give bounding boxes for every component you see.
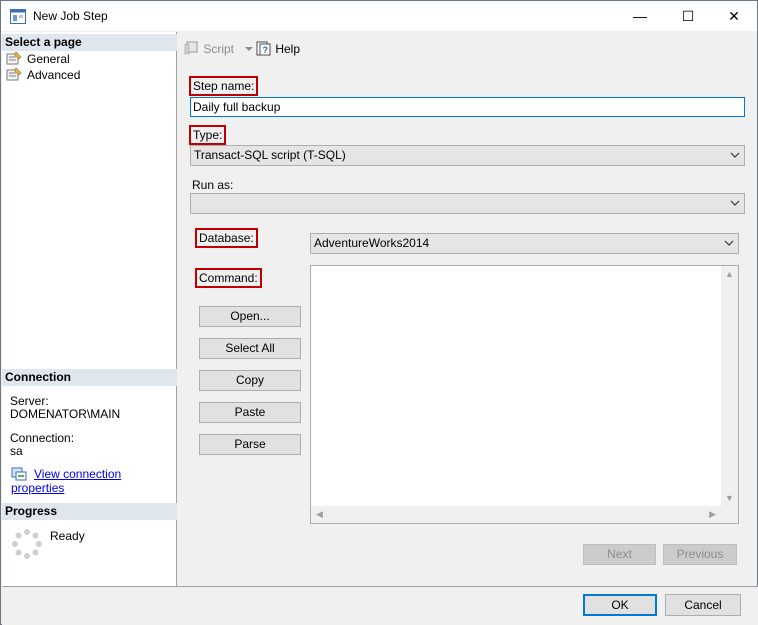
- view-connection-properties-link[interactable]: View connection properties: [11, 467, 176, 495]
- scrollbar-corner: [721, 506, 738, 523]
- toolbar: Script ? Help: [178, 32, 757, 64]
- type-select-value: Transact-SQL script (T-SQL): [194, 148, 346, 162]
- scroll-down-icon[interactable]: ▼: [725, 493, 734, 503]
- chevron-down-icon: [730, 152, 740, 158]
- page-item-general[interactable]: General: [6, 51, 70, 67]
- run-as-select[interactable]: [190, 193, 745, 214]
- cancel-button[interactable]: Cancel: [665, 594, 741, 616]
- database-select[interactable]: AdventureWorks2014: [310, 233, 739, 254]
- previous-button[interactable]: Previous: [663, 544, 737, 565]
- scroll-up-icon[interactable]: ▲: [725, 269, 734, 279]
- maximize-icon: ☐: [681, 8, 695, 24]
- chevron-down-icon: [724, 240, 734, 246]
- chevron-down-icon: [245, 47, 254, 51]
- type-select[interactable]: Transact-SQL script (T-SQL): [190, 145, 745, 166]
- window-title: New Job Step: [33, 9, 108, 23]
- parse-button[interactable]: Parse: [199, 434, 301, 455]
- new-job-step-window: New Job Step — ☐ ✕ Select a page General: [0, 0, 758, 625]
- general-page-icon: [6, 51, 22, 65]
- step-name-label: Step name:: [189, 76, 259, 96]
- open-button[interactable]: Open...: [199, 306, 301, 327]
- paste-button[interactable]: Paste: [199, 402, 301, 423]
- select-all-button[interactable]: Select All: [199, 338, 301, 359]
- copy-button[interactable]: Copy: [199, 370, 301, 391]
- scroll-left-icon[interactable]: ◀: [316, 509, 323, 520]
- left-pane: Select a page General Advanced Connectio…: [2, 32, 177, 586]
- advanced-page-icon: [6, 67, 22, 81]
- close-button[interactable]: ✕: [711, 1, 757, 31]
- connection-properties-icon: [11, 467, 27, 481]
- minimize-icon: —: [633, 8, 647, 24]
- title-bar: New Job Step — ☐ ✕: [1, 1, 757, 31]
- database-select-value: AdventureWorks2014: [314, 236, 430, 250]
- database-label: Database:: [195, 228, 258, 248]
- job-step-app-icon: [10, 9, 26, 24]
- page-item-advanced-label: Advanced: [27, 68, 81, 82]
- type-label: Type:: [189, 125, 227, 145]
- connection-header: Connection: [2, 369, 177, 386]
- connection-value: sa: [10, 444, 23, 458]
- step-name-input[interactable]: Daily full backup: [190, 97, 745, 117]
- close-icon: ✕: [728, 8, 740, 24]
- run-as-label: Run as:: [192, 178, 234, 192]
- page-item-advanced[interactable]: Advanced: [6, 67, 80, 83]
- view-connection-properties-label: View connection properties: [11, 467, 122, 495]
- help-button[interactable]: ? Help: [256, 41, 300, 57]
- horizontal-scrollbar[interactable]: ◀ ▶: [311, 506, 721, 523]
- server-value: DOMENATOR\MAIN: [10, 407, 121, 421]
- help-icon: ?: [256, 41, 271, 56]
- next-button[interactable]: Next: [583, 544, 656, 565]
- page-item-general-label: General: [27, 52, 70, 66]
- chevron-down-icon: [730, 200, 740, 206]
- command-label: Command:: [195, 268, 262, 288]
- help-label: Help: [275, 42, 301, 56]
- progress-status: Ready: [50, 529, 85, 543]
- ok-button[interactable]: OK: [583, 594, 657, 616]
- script-icon: [184, 41, 198, 55]
- maximize-button[interactable]: ☐: [665, 1, 711, 31]
- progress-spinner-icon: [12, 529, 42, 559]
- command-textarea[interactable]: ▲ ▼ ◀ ▶: [310, 265, 739, 524]
- svg-text:?: ?: [263, 45, 269, 55]
- scroll-right-icon[interactable]: ▶: [709, 509, 716, 520]
- script-label: Script: [203, 42, 235, 56]
- select-page-header: Select a page: [2, 34, 177, 51]
- progress-header: Progress: [2, 503, 177, 520]
- minimize-button[interactable]: —: [617, 1, 663, 31]
- script-button[interactable]: Script: [184, 41, 254, 57]
- vertical-scrollbar[interactable]: ▲ ▼: [721, 266, 738, 506]
